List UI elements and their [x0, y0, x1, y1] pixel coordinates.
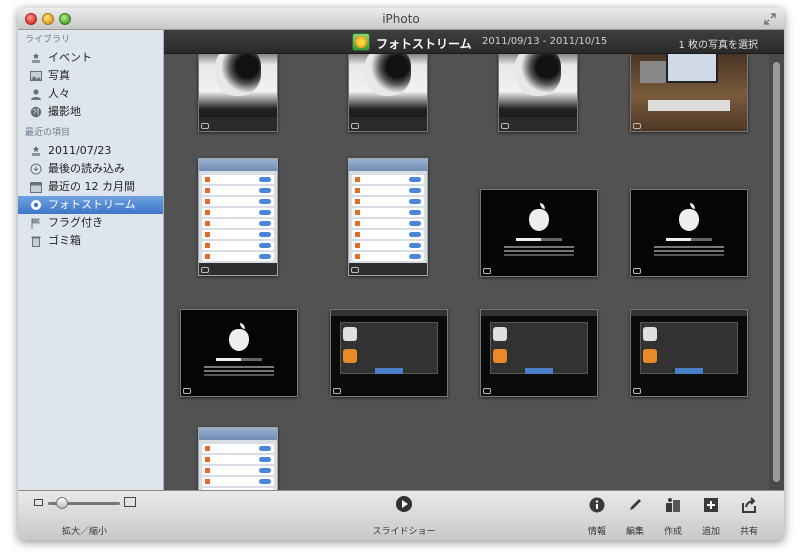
faces-icon [31, 89, 41, 100]
sidebar-header-library: ライブラリ [25, 35, 71, 45]
slideshow-label: スライドショー [372, 527, 436, 537]
add-icon [704, 498, 718, 512]
photo-thumbnail[interactable] [180, 309, 298, 397]
last-import-icon [30, 163, 42, 175]
add-label: 追加 [701, 527, 720, 537]
create-icon [666, 498, 680, 512]
title-bar: iPhoto [18, 8, 784, 30]
sidebar-item-photos[interactable]: 写真 [18, 67, 163, 85]
fullscreen-icon[interactable] [764, 13, 776, 25]
places-icon [30, 106, 42, 118]
photos-icon [30, 71, 42, 81]
events-icon [32, 53, 40, 63]
sidebar-item-last-12-months[interactable]: 最近の 12 カ月間 [18, 178, 163, 196]
create-button[interactable]: 作成 [656, 493, 690, 539]
edit-button[interactable]: 編集 [618, 493, 652, 539]
album-date-range: 2011/09/13 - 2011/10/15 [482, 36, 608, 47]
edit-label: 編集 [625, 527, 644, 537]
photo-thumbnail[interactable] [480, 189, 598, 277]
sidebar-item-label: フラグ付き [48, 216, 103, 229]
sidebar-item-label: 最後の読み込み [48, 162, 125, 175]
event-icon [32, 146, 40, 156]
sidebar-item-photostream[interactable]: フォトストリーム [18, 196, 163, 214]
photo-thumbnail[interactable] [198, 158, 278, 276]
sidebar-item-label: 2011/07/23 [48, 144, 112, 157]
photo-thumbnail[interactable] [198, 427, 278, 490]
photostream-badge-icon [352, 33, 370, 51]
window-title: iPhoto [382, 12, 420, 26]
sidebar: ライブラリ イベント 写真 人々 撮影地 最近の項目 2011/07/23 最後… [18, 30, 164, 490]
zoom-in-icon[interactable] [124, 497, 136, 507]
sidebar-item-places[interactable]: 撮影地 [18, 103, 163, 121]
photo-thumbnail[interactable] [348, 158, 428, 276]
sidebar-item-last-import[interactable]: 最後の読み込み [18, 160, 163, 178]
photo-browser: フォトストリーム 2011/09/13 - 2011/10/15 1 枚の写真を… [164, 30, 784, 490]
album-title: フォトストリーム [376, 37, 472, 51]
sidebar-item-faces[interactable]: 人々 [18, 85, 163, 103]
add-button[interactable]: 追加 [694, 493, 728, 539]
bottom-toolbar: 拡大／縮小 スライドショー 情報 編集 作成 追加 共有 [18, 490, 784, 540]
sidebar-item-event-2011-07-23[interactable]: 2011/07/23 [18, 142, 163, 160]
zoom-out-icon[interactable] [34, 499, 43, 506]
sidebar-item-trash[interactable]: ゴミ箱 [18, 232, 163, 250]
zoom-label: 拡大／縮小 [62, 527, 108, 537]
scrollbar-thumb[interactable] [773, 62, 780, 482]
selection-count: 1 枚の写真を選択 [678, 40, 758, 51]
photo-thumbnail[interactable] [630, 54, 748, 132]
sidebar-item-label: 写真 [48, 69, 70, 82]
zoom-slider-knob[interactable] [56, 497, 68, 509]
flag-icon [31, 218, 41, 229]
iphoto-window: iPhoto ライブラリ イベント 写真 人々 撮影地 最近の項目 2011/0… [18, 8, 784, 540]
sidebar-item-label: 最近の 12 カ月間 [48, 180, 135, 193]
photo-thumbnail[interactable] [630, 189, 748, 277]
sidebar-header-recent: 最近の項目 [25, 128, 71, 138]
play-icon [396, 496, 412, 512]
edit-icon [630, 499, 641, 510]
photo-grid [164, 54, 769, 490]
photo-thumbnail[interactable] [348, 54, 428, 132]
photo-thumbnail[interactable] [630, 309, 748, 397]
create-label: 作成 [663, 527, 682, 537]
sidebar-item-flagged[interactable]: フラグ付き [18, 214, 163, 232]
album-header: フォトストリーム 2011/09/13 - 2011/10/15 1 枚の写真を… [164, 30, 784, 54]
photo-thumbnail[interactable] [480, 309, 598, 397]
vertical-scrollbar[interactable] [769, 54, 784, 490]
slideshow-button[interactable]: スライドショー [371, 493, 441, 539]
trash-icon [31, 236, 41, 247]
share-icon [742, 497, 756, 513]
sidebar-item-label: ゴミ箱 [48, 234, 81, 247]
info-icon [589, 497, 605, 513]
info-label: 情報 [587, 527, 606, 537]
photo-thumbnail[interactable] [330, 309, 448, 397]
photostream-icon [31, 200, 41, 210]
photo-thumbnail[interactable] [498, 54, 578, 132]
photo-thumbnail[interactable] [198, 54, 278, 132]
sidebar-item-label: フォトストリーム [48, 198, 136, 211]
sidebar-item-events[interactable]: イベント [18, 49, 163, 67]
sidebar-item-label: 人々 [48, 87, 70, 100]
calendar-icon [30, 182, 42, 193]
sidebar-item-label: 撮影地 [48, 105, 81, 118]
share-label: 共有 [739, 527, 758, 537]
sidebar-item-label: イベント [48, 51, 92, 64]
share-button[interactable]: 共有 [732, 493, 766, 539]
info-button[interactable]: 情報 [580, 493, 614, 539]
